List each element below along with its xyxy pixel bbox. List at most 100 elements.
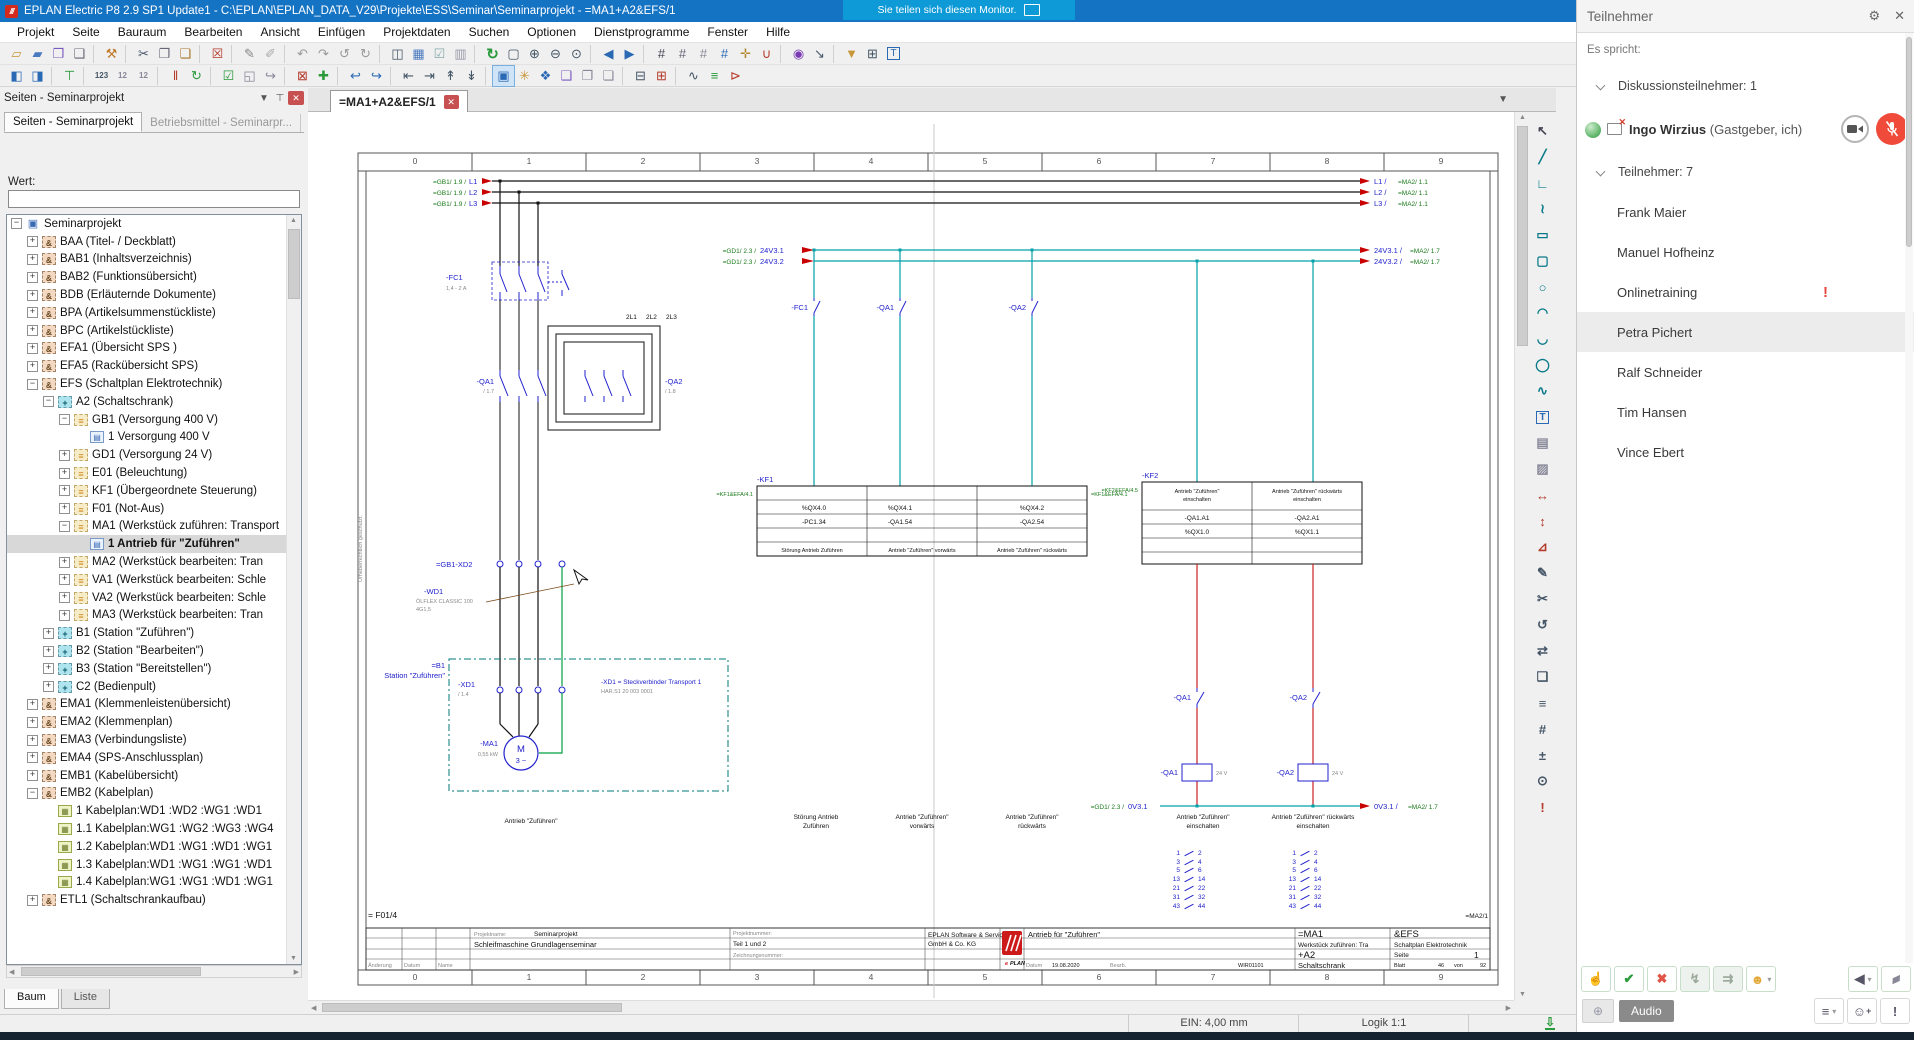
close-icon[interactable]: ✕ [1894,8,1905,24]
filter-icon[interactable]: ▼ [841,44,862,64]
yes-icon[interactable]: ✔ [1614,966,1644,992]
align-icon[interactable]: ≡ [1531,690,1554,716]
separator[interactable] [284,45,289,63]
tree-item-page[interactable]: ▦ 1.1 Kabelplan:WG1 :WG2 :WG3 :WG4 [7,820,301,838]
check-project-icon[interactable]: ☑ [218,66,239,86]
tree-item[interactable]: − & EFS (Schaltplan Elektrotechnik) [7,375,301,393]
rounded-rectangle-icon[interactable]: ▢ [1531,248,1554,274]
select-arrow-icon[interactable]: ↖ [1531,118,1554,144]
expander-icon[interactable]: − [27,788,38,799]
workspace-icon[interactable]: ◫ [387,44,408,64]
expander-icon[interactable]: + [43,628,54,639]
scale-icon[interactable]: ↘ [809,44,830,64]
tree-item[interactable]: + & ETL1 (Schaltschrankaufbau) [7,891,301,909]
dimension-horizontal-icon[interactable]: ↔ [1531,482,1554,508]
menu-item[interactable]: Optionen [518,25,585,39]
tree-item[interactable]: + & EFA1 (Übersicht SPS ) [7,340,301,358]
tree-item[interactable]: + & EMA2 (Klemmenplan) [7,713,301,731]
tree-item[interactable]: + ≡ F01 (Not-Aus) [7,500,301,518]
forward-icon[interactable]: ↪ [260,66,281,86]
parts-cart-icon[interactable]: ⊞ [862,44,883,64]
group-icon[interactable]: ❏ [1531,664,1554,690]
audio-connection-icon[interactable]: ⊕ [1582,999,1614,1023]
mute-button[interactable] [1876,113,1908,145]
menu-item[interactable]: Dienstprogramme [585,25,698,39]
expander-icon[interactable]: + [59,557,70,568]
separator[interactable] [210,67,215,85]
tree-item-seminarprojekt[interactable]: − ▣ Seminarprojekt [7,215,301,233]
page-down-icon[interactable]: ↡ [461,66,482,86]
circle-icon[interactable]: ○ [1531,274,1554,300]
image-icon[interactable]: ▤ [1531,430,1554,456]
cut-icon[interactable]: ✂ [133,44,154,64]
table-view-icon[interactable]: ▦ [408,44,429,64]
separator[interactable] [379,45,384,63]
ellipse-icon[interactable]: ◯ [1531,352,1554,378]
measure-icon[interactable]: ⊿ [1531,534,1554,560]
device-icon[interactable]: ⊟ [630,66,651,86]
go-faster-icon[interactable]: ⇉ [1713,966,1743,992]
raise-hand-icon[interactable]: ☝ [1581,966,1611,992]
tree-item[interactable]: + ≡ KF1 (Übergeordnete Steuerung) [7,482,301,500]
expander-icon[interactable]: + [43,681,54,692]
tab-liste[interactable]: Liste [61,989,110,1009]
menu-item[interactable]: Projekt [8,25,63,39]
rectangle-icon[interactable]: ▭ [1531,222,1554,248]
expander-icon[interactable]: + [27,752,38,763]
separator[interactable] [485,67,490,85]
audio-button[interactable]: Audio [1619,1000,1674,1022]
tree-item[interactable]: + ≡ GD1 (Versorgung 24 V) [7,446,301,464]
redo-icon[interactable]: ↷ [313,44,334,64]
tree-item[interactable]: + & BAB2 (Funktionsübersicht) [7,268,301,286]
expander-icon[interactable]: + [27,895,38,906]
terminal-strip-icon[interactable]: ⊞ [651,66,672,86]
tree-item[interactable]: + & EMA3 (Verbindungsliste) [7,731,301,749]
tree-item[interactable]: − ≡ GB1 (Versorgung 400 V) [7,411,301,429]
print-icon[interactable]: ❑ [69,44,90,64]
sync-icon[interactable]: ↻ [186,66,207,86]
announce-icon[interactable]: ◀ [1848,966,1878,992]
spline-icon[interactable]: ∿ [1531,378,1554,404]
eraser-icon[interactable]: ▰ [1881,966,1911,992]
tab-list-dropdown-icon[interactable]: ▼ [1498,94,1508,105]
tree-item[interactable]: + & BPC (Artikelstückliste) [7,322,301,340]
polyline-icon[interactable]: ≀ [1531,196,1554,222]
tree-item[interactable]: + & BDB (Erläuternde Dokumente) [7,286,301,304]
separator[interactable] [780,45,785,63]
menu-item[interactable]: Ansicht [251,25,308,39]
potential-icon[interactable]: ≡ [704,66,725,86]
participant-row[interactable]: Tim Hansen [1577,392,1914,432]
settings-wrench-icon[interactable]: ⚒ [101,44,122,64]
tree-item[interactable]: − ≡ MA1 (Werkstück zuführen: Transport [7,518,301,536]
expander-icon[interactable]: + [27,770,38,781]
insert-window-macro-icon[interactable]: ❑ [556,66,577,86]
line-icon[interactable]: ╱ [1531,144,1554,170]
snap-icon[interactable]: ✛ [735,44,756,64]
menu-item[interactable]: Hilfe [757,25,799,39]
tree-item[interactable]: + & BAB1 (Inhaltsverzeichnis) [7,251,301,269]
open-project-icon[interactable]: ▰ [27,44,48,64]
tree-item[interactable]: + + B2 (Station "Bearbeiten") [7,642,301,660]
separator[interactable] [199,45,204,63]
grid-medium-icon[interactable]: # [672,44,693,64]
expander-icon[interactable]: + [59,503,70,514]
editor-tab[interactable]: =MA1+A2&EFS/1 ✕ [330,90,468,113]
expander-icon[interactable]: − [11,218,22,229]
insert-macro-icon[interactable]: ❖ [535,66,556,86]
participant-row[interactable]: Ralf Schneider [1577,352,1914,392]
tree-item[interactable]: + + C2 (Bedienpult) [7,678,301,696]
interruption-point-icon[interactable]: ⊳ [725,66,746,86]
participant-row-selected[interactable]: Petra Pichert [1577,312,1914,352]
expander-icon[interactable]: + [59,450,70,461]
participant-row[interactable]: Vince Ebert [1577,432,1914,472]
separator[interactable] [390,67,395,85]
separator[interactable] [284,67,289,85]
cable-icon[interactable]: ∿ [683,66,704,86]
menu-item[interactable]: Seite [63,25,108,39]
tab-baum[interactable]: Baum [4,989,59,1009]
arc-bottom-icon[interactable]: ◡ [1531,326,1554,352]
expander-icon[interactable]: + [27,325,38,336]
export-icon[interactable]: ◱ [239,66,260,86]
tree-structure-icon[interactable]: ⊤ [59,66,80,86]
format-brush-icon[interactable]: ✐ [260,44,281,64]
